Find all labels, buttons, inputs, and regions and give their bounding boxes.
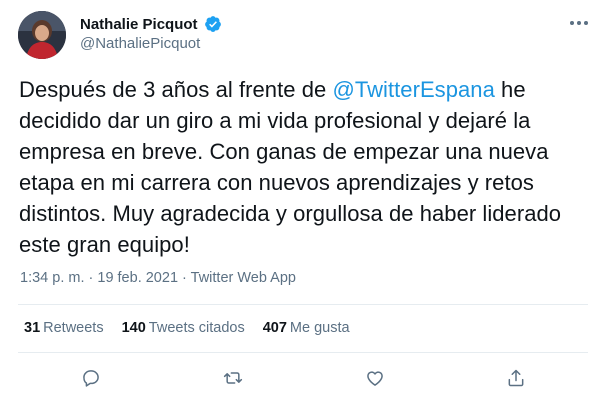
- divider: [18, 304, 588, 305]
- retweets-count: 31: [24, 320, 41, 336]
- retweets-label: Retweets: [43, 320, 104, 336]
- retweets-stat[interactable]: 31 Retweets: [24, 320, 104, 336]
- divider: [18, 352, 588, 353]
- tweet-line-1: Después de 3 años al frente de @TwitterE…: [19, 74, 599, 105]
- tweet-stats: 31 Retweets 140 Tweets citados 407 Me gusta: [24, 320, 350, 336]
- likes-label: Me gusta: [289, 320, 350, 336]
- author-name[interactable]: Nathalie Picquot: [80, 16, 198, 33]
- tweet-card: Nathalie Picquot @NathaliePicquot Despué…: [0, 0, 606, 402]
- meta-separator: ·: [178, 270, 191, 286]
- retweet-button[interactable]: [219, 364, 247, 392]
- more-options-icon[interactable]: [568, 14, 590, 32]
- author-name-row[interactable]: Nathalie Picquot: [80, 15, 222, 33]
- mention-link[interactable]: @TwitterEspana: [332, 77, 494, 102]
- reply-button[interactable]: [77, 364, 105, 392]
- tweet-source[interactable]: Twitter Web App: [191, 270, 296, 286]
- action-bar: [0, 364, 606, 392]
- like-icon: [367, 371, 383, 386]
- tweet-line-6: este gran equipo!: [19, 232, 190, 257]
- tweet-meta: 1:34 p. m. · 19 feb. 2021 · Twitter Web …: [20, 270, 296, 286]
- author-handle[interactable]: @NathaliePicquot: [80, 35, 200, 52]
- tweet-text-segment: Después de 3 años al frente de: [19, 77, 333, 102]
- avatar[interactable]: [18, 11, 66, 59]
- tweet-text-segment: he: [494, 77, 526, 102]
- tweet-line-4: etapa en mi carrera con nuevos aprendiza…: [19, 170, 534, 195]
- quotes-label: Tweets citados: [148, 320, 245, 336]
- like-button[interactable]: [361, 364, 389, 392]
- tweet-line-3: empresa en breve. Con ganas de empezar u…: [19, 139, 549, 164]
- retweet-icon: [223, 372, 243, 384]
- quotes-count: 140: [121, 320, 146, 336]
- verified-badge-icon: [204, 16, 221, 32]
- reply-icon: [83, 370, 99, 387]
- quotes-stat[interactable]: 140 Tweets citados: [122, 320, 245, 336]
- tweet-line-2: decidido dar un giro a mi vida profesion…: [19, 108, 531, 133]
- share-icon: [508, 369, 524, 387]
- tweet-line-5: distintos. Muy agradecida y orgullosa de…: [19, 201, 562, 226]
- meta-separator: ·: [84, 270, 98, 286]
- tweet-time[interactable]: 1:34 p. m.: [20, 270, 84, 286]
- likes-count: 407: [262, 320, 287, 336]
- tweet-text: Después de 3 años al frente de @TwitterE…: [19, 74, 599, 260]
- likes-stat[interactable]: 407 Me gusta: [263, 320, 350, 336]
- share-button[interactable]: [502, 364, 530, 392]
- tweet-date[interactable]: 19 feb. 2021: [97, 270, 178, 286]
